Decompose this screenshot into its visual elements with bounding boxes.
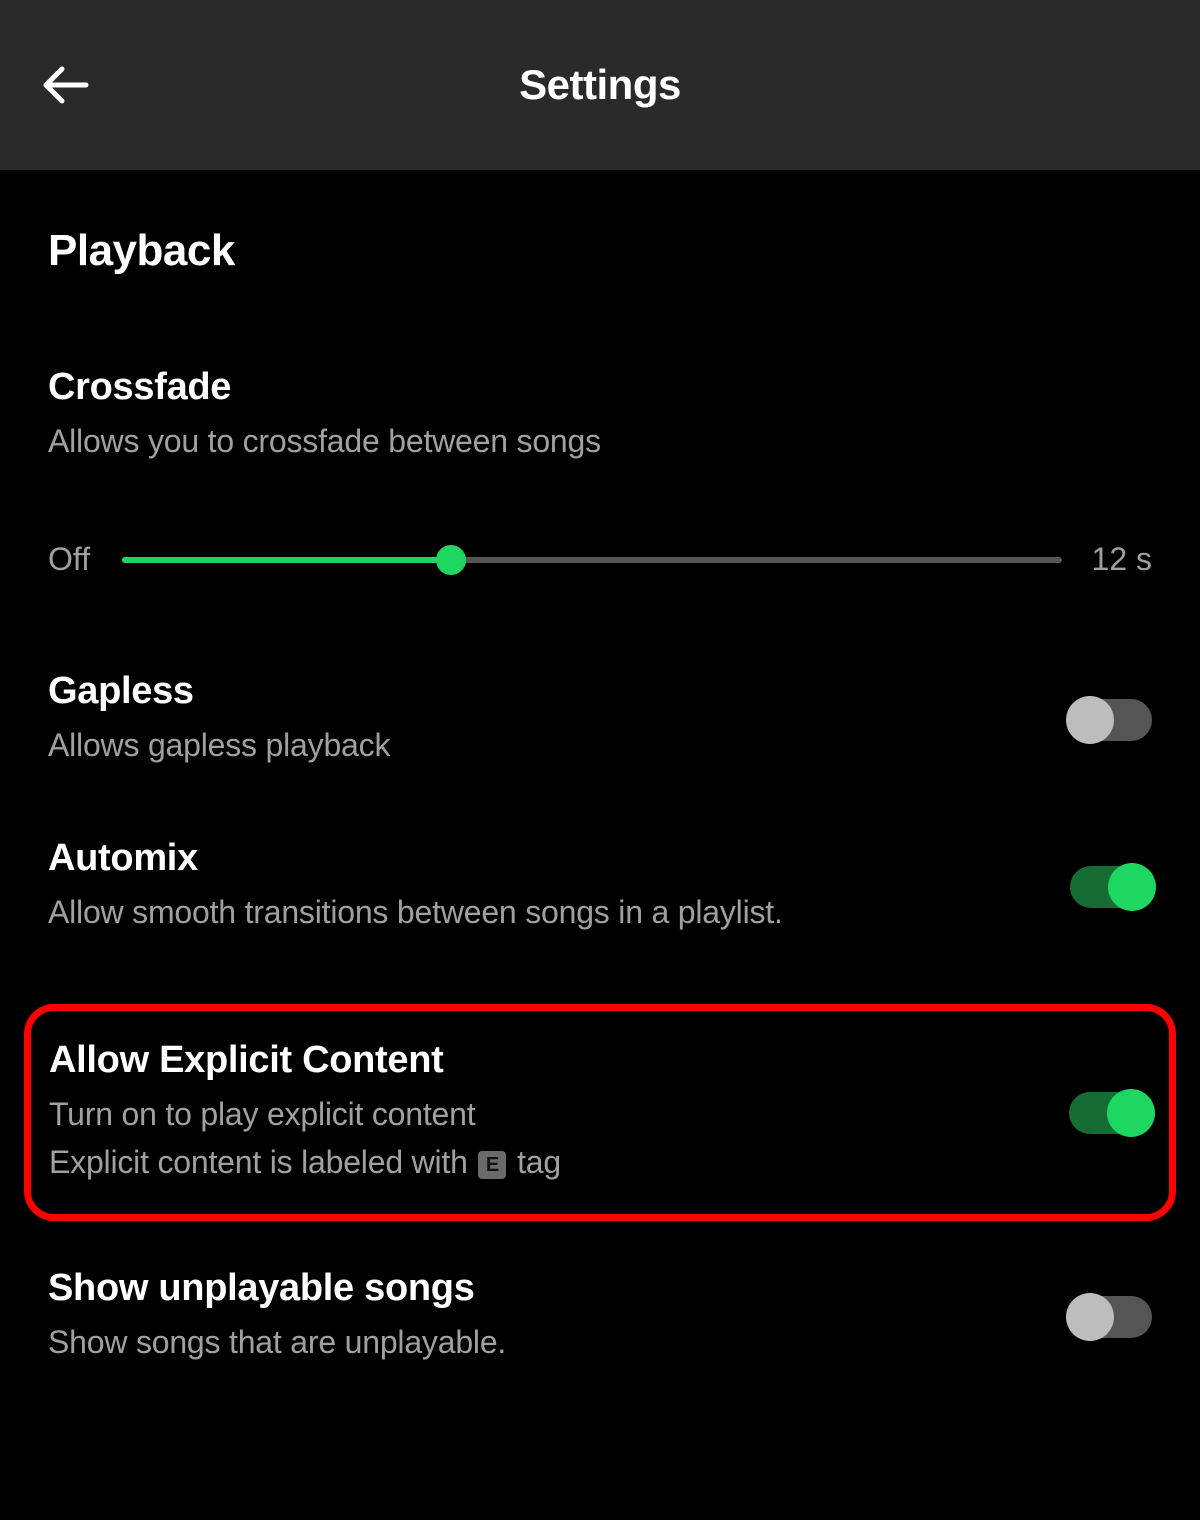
automix-setting: Automix Allow smooth transitions between…	[48, 837, 1152, 936]
explicit-desc-line2-before: Explicit content is labeled with	[49, 1144, 476, 1180]
slider-thumb	[436, 545, 466, 575]
toggle-knob	[1066, 1293, 1114, 1341]
toggle-knob	[1107, 1089, 1155, 1137]
page-title: Settings	[519, 61, 681, 109]
gapless-setting: Gapless Allows gapless playback	[48, 670, 1152, 769]
explicit-desc-line2-after: tag	[508, 1144, 561, 1180]
crossfade-slider-row: Off 12 s	[48, 541, 1152, 578]
slider-fill	[122, 557, 451, 563]
crossfade-slider[interactable]	[122, 545, 1062, 575]
arrow-left-icon	[40, 63, 90, 107]
explicit-desc: Turn on to play explicit content Explici…	[49, 1090, 1039, 1186]
slider-track	[122, 557, 1062, 563]
crossfade-setting: Crossfade Allows you to crossfade betwee…	[48, 366, 1152, 578]
gapless-toggle[interactable]	[1070, 699, 1152, 741]
back-button[interactable]	[38, 58, 92, 112]
unplayable-toggle[interactable]	[1070, 1296, 1152, 1338]
unplayable-title: Show unplayable songs	[48, 1267, 1040, 1310]
automix-desc: Allow smooth transitions between songs i…	[48, 888, 1040, 936]
crossfade-desc: Allows you to crossfade between songs	[48, 417, 1122, 465]
toggle-knob	[1066, 696, 1114, 744]
gapless-desc: Allows gapless playback	[48, 721, 1040, 769]
section-heading-playback: Playback	[48, 226, 1152, 276]
crossfade-title: Crossfade	[48, 366, 1122, 409]
explicit-title: Allow Explicit Content	[49, 1039, 1039, 1082]
unplayable-setting: Show unplayable songs Show songs that ar…	[48, 1267, 1152, 1366]
explicit-e-tag-icon: E	[478, 1151, 506, 1179]
explicit-desc-line1: Turn on to play explicit content	[49, 1096, 475, 1132]
gapless-title: Gapless	[48, 670, 1040, 713]
crossfade-max-label: 12 s	[1062, 541, 1152, 578]
unplayable-desc: Show songs that are unplayable.	[48, 1318, 1040, 1366]
header-bar: Settings	[0, 0, 1200, 170]
automix-title: Automix	[48, 837, 1040, 880]
crossfade-off-label: Off	[48, 541, 122, 578]
explicit-highlight-box: Allow Explicit Content Turn on to play e…	[24, 1004, 1176, 1221]
content-area: Playback Crossfade Allows you to crossfa…	[0, 170, 1200, 1366]
explicit-toggle[interactable]	[1069, 1092, 1151, 1134]
explicit-setting: Allow Explicit Content Turn on to play e…	[49, 1039, 1151, 1186]
toggle-knob	[1108, 863, 1156, 911]
automix-toggle[interactable]	[1070, 866, 1152, 908]
